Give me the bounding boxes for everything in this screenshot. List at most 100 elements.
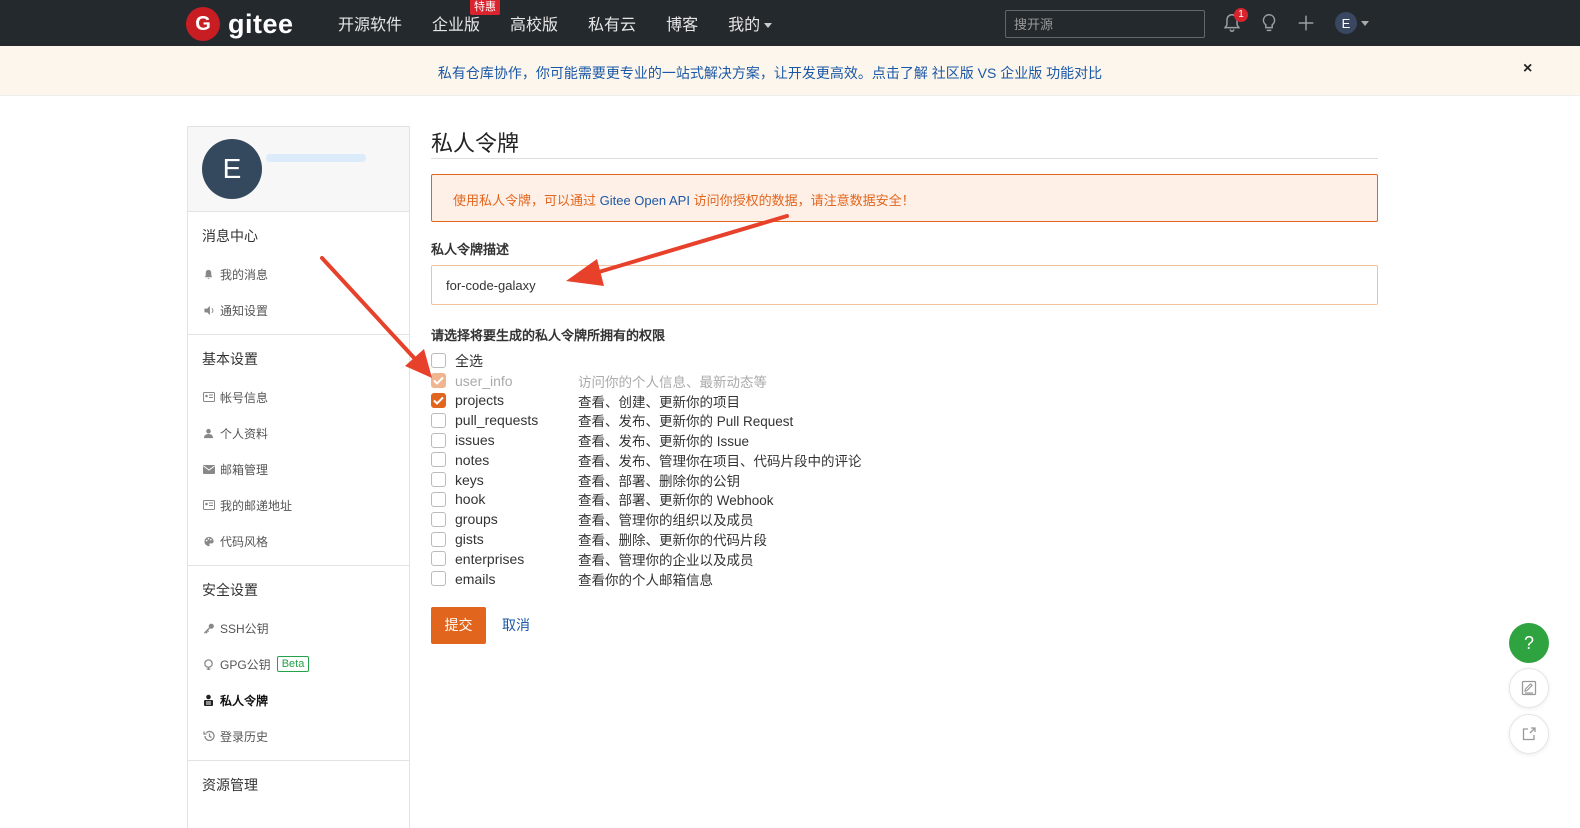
help-button[interactable]: ? (1509, 623, 1549, 663)
permission-checkbox-hook[interactable] (431, 491, 446, 507)
promo-badge: 特惠 (470, 0, 501, 15)
palette-icon (202, 535, 215, 548)
check-icon (433, 396, 444, 405)
sidebar-item-profile[interactable]: 个人资料 (188, 415, 409, 451)
permission-description: 查看、部署、更新你的 Webhook (578, 493, 774, 509)
cancel-link[interactable]: 取消 (502, 615, 530, 635)
page-title: 私人令牌 (431, 131, 520, 156)
user-avatar[interactable]: E (1335, 12, 1357, 34)
plus-icon[interactable] (1295, 12, 1317, 34)
sidebar-item-ssh-keys[interactable]: SSH公钥 (188, 610, 409, 646)
permission-description: 查看、发布、更新你的 Pull Request (578, 414, 794, 430)
permission-name: gists (455, 531, 484, 548)
sidebar-item-label: GPG公钥 (220, 657, 271, 672)
sidebar-item-label: 登录历史 (220, 729, 269, 744)
section-title: 资源管理 (202, 777, 258, 793)
nav-enterprise[interactable]: 企业版 特惠 (432, 0, 501, 35)
token-description-input[interactable] (431, 265, 1378, 305)
permissions-list: 全选 user_info 访问你的个人信息、最新动态等 projects 查看、创建、… (431, 351, 1378, 589)
permission-checkbox-keys[interactable] (431, 472, 446, 488)
permission-checkbox-pull-requests[interactable] (431, 412, 446, 428)
sidebar-item-mailing-address[interactable]: 我的邮递地址 (188, 487, 409, 523)
chevron-down-icon (764, 23, 773, 29)
nav-education[interactable]: 高校版 (510, 11, 558, 35)
alert-text-pre: 使用私人令牌，可以通过 (453, 193, 600, 208)
permission-row-user-info: user_info 访问你的个人信息、最新动态等 (431, 371, 1378, 391)
sidebar-item-label: SSH公钥 (220, 621, 269, 636)
sidebar-item-login-history[interactable]: 登录历史 (188, 718, 409, 754)
permission-row-gists[interactable]: gists 查看、删除、更新你的代码片段 (431, 529, 1378, 549)
select-all-row[interactable]: 全选 (431, 351, 1378, 371)
submit-button[interactable]: 提交 (431, 606, 486, 644)
permission-row-keys[interactable]: keys 查看、部署、删除你的公钥 (431, 470, 1378, 490)
select-all-checkbox[interactable] (431, 353, 446, 369)
nav-mine[interactable]: 我的 (728, 11, 773, 35)
permission-checkbox-enterprises[interactable] (431, 551, 446, 567)
permission-row-pull-requests[interactable]: pull_requests 查看、发布、更新你的 Pull Request (431, 410, 1378, 430)
permission-description: 查看你的个人邮箱信息 (578, 572, 713, 588)
nav-enterprise-label: 企业版 (432, 17, 481, 34)
permission-checkbox-notes[interactable] (431, 452, 446, 468)
section-title: 基本设置 (202, 351, 258, 367)
permission-checkbox-projects[interactable] (431, 392, 446, 408)
user-icon (202, 427, 215, 440)
avatar[interactable]: E (202, 139, 262, 199)
sidebar-item-private-token[interactable]: 私人令牌 (188, 682, 409, 718)
nav-blog[interactable]: 博客 (666, 11, 698, 35)
permission-row-hook[interactable]: hook 查看、部署、更新你的 Webhook (431, 490, 1378, 510)
sidebar-item-label: 私人令牌 (220, 693, 269, 708)
notice-link[interactable]: 私有仓库协作，你可能需要更专业的一站式解决方案，让开发更高效。点击了解 社区版 … (0, 63, 1540, 83)
address-card-icon (202, 499, 215, 512)
permission-row-notes[interactable]: notes 查看、发布、管理你在项目、代码片段中的评论 (431, 450, 1378, 470)
permission-checkbox-groups[interactable] (431, 511, 446, 527)
nav-private-cloud[interactable]: 私有云 (588, 11, 636, 35)
edit-note-icon (1521, 680, 1537, 696)
sidebar-item-label: 通知设置 (220, 303, 269, 318)
gitee-logo-text: gitee (228, 8, 294, 39)
permission-name: issues (455, 432, 495, 449)
id-card-icon (202, 391, 215, 404)
sidebar-item-label: 我的邮递地址 (220, 498, 293, 513)
permission-checkbox-issues[interactable] (431, 432, 446, 448)
permission-row-groups[interactable]: groups 查看、管理你的组织以及成员 (431, 509, 1378, 529)
sidebar-item-label: 邮箱管理 (220, 462, 269, 477)
lightbulb-icon[interactable] (1258, 12, 1280, 34)
permission-name: user_info (455, 372, 513, 389)
question-icon: ? (1523, 632, 1534, 653)
permission-checkbox-emails[interactable] (431, 571, 446, 587)
close-icon[interactable]: × (1523, 60, 1532, 78)
sidebar-item-gpg-keys[interactable]: GPG公钥 Beta (188, 646, 409, 682)
feedback-button[interactable] (1509, 668, 1549, 708)
gitee-logo[interactable]: G gitee (186, 7, 294, 41)
sidebar-item-code-style[interactable]: 代码风格 (188, 523, 409, 559)
permission-description: 查看、管理你的组织以及成员 (578, 513, 754, 529)
sidebar-item-my-messages[interactable]: 我的消息 (188, 256, 409, 292)
history-icon (202, 730, 215, 743)
permission-description: 查看、发布、管理你在项目、代码片段中的评论 (578, 453, 862, 469)
nav-open-source[interactable]: 开源软件 (338, 11, 402, 35)
permissions-label: 请选择将要生成的私人令牌所拥有的权限 (431, 328, 666, 343)
permission-checkbox-user-info (431, 373, 446, 389)
settings-sidebar: E 消息中心 我的消息 通知设置 基本设置 帐号信息 个人资料 邮箱管理 我的邮 (187, 126, 410, 828)
permission-row-enterprises[interactable]: enterprises 查看、管理你的企业以及成员 (431, 549, 1378, 569)
sidebar-item-account[interactable]: 帐号信息 (188, 379, 409, 415)
permission-row-projects[interactable]: projects 查看、创建、更新你的项目 (431, 391, 1378, 411)
external-link-icon (1522, 727, 1536, 741)
open-api-link[interactable]: Gitee Open API (600, 193, 690, 208)
sidebar-item-label: 代码风格 (220, 534, 269, 549)
share-button[interactable] (1509, 714, 1549, 754)
permission-row-emails[interactable]: emails 查看你的个人邮箱信息 (431, 569, 1378, 589)
sidebar-item-notification-settings[interactable]: 通知设置 (188, 292, 409, 328)
chevron-down-icon[interactable] (1361, 21, 1369, 26)
permission-row-issues[interactable]: issues 查看、发布、更新你的 Issue (431, 430, 1378, 450)
divider (431, 158, 1378, 159)
nav-mine-label: 我的 (728, 17, 761, 34)
permission-description: 查看、发布、更新你的 Issue (578, 434, 750, 450)
section-title: 消息中心 (202, 228, 258, 244)
permission-name: enterprises (455, 550, 525, 567)
main-content: 私人令牌 使用私人令牌，可以通过 Gitee Open API 访问你授权的数据… (431, 126, 1378, 644)
permission-description: 查看、部署、删除你的公钥 (578, 473, 740, 489)
sidebar-item-email[interactable]: 邮箱管理 (188, 451, 409, 487)
permission-checkbox-gists[interactable] (431, 531, 446, 547)
search-input[interactable] (1005, 10, 1205, 38)
